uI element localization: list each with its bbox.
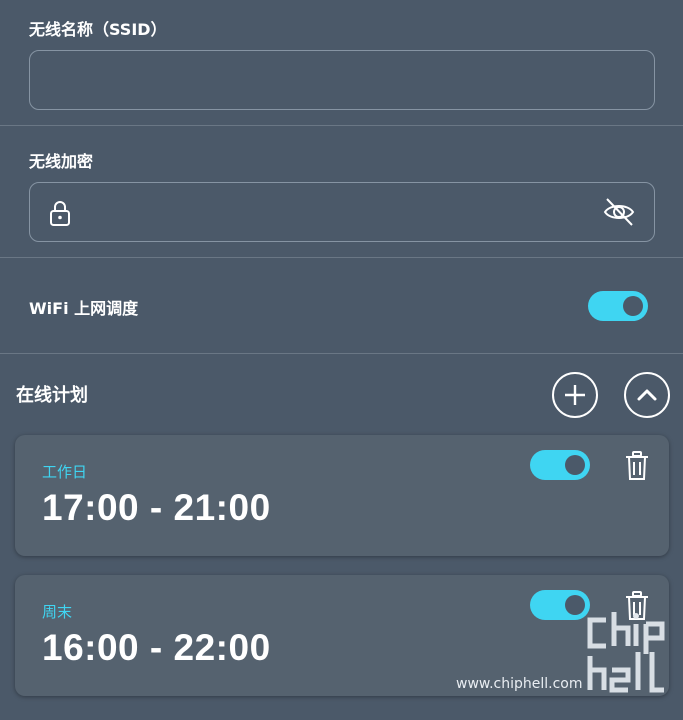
chevron-up-icon: [637, 389, 657, 401]
toggle-knob: [623, 296, 643, 316]
schedule-label: 周末: [42, 603, 73, 621]
wifi-schedule-label: WiFi 上网调度: [29, 299, 139, 318]
schedule-time: 16:00 - 22:00: [42, 627, 271, 668]
chiphell-watermark-logo: [587, 612, 665, 693]
trash-icon[interactable]: [624, 450, 650, 482]
lock-icon: [50, 201, 70, 226]
plus-icon: [565, 385, 585, 405]
schedule-card: 工作日 17:00 - 21:00: [15, 435, 669, 556]
password-field: [29, 182, 655, 242]
divider: [0, 125, 683, 126]
schedule-toggle[interactable]: [530, 450, 590, 480]
toggle-knob: [565, 595, 585, 615]
collapse-button[interactable]: [624, 372, 670, 418]
divider: [0, 257, 683, 258]
toggle-knob: [565, 455, 585, 475]
schedule-label: 工作日: [42, 463, 88, 481]
ssid-input[interactable]: [29, 50, 655, 110]
watermark-url: www.chiphell.com: [456, 676, 583, 692]
eye-slash-icon[interactable]: [602, 196, 636, 228]
wifi-settings-panel: 无线名称（SSID） 无线加密 WiFi 上网调度 在线计划 工作日 17:00…: [0, 0, 683, 720]
divider: [0, 353, 683, 354]
schedule-toggle[interactable]: [530, 590, 590, 620]
password-input[interactable]: [86, 183, 586, 241]
schedule-time: 17:00 - 21:00: [42, 487, 271, 528]
online-plan-title: 在线计划: [16, 385, 88, 406]
add-schedule-button[interactable]: [552, 372, 598, 418]
ssid-label: 无线名称（SSID）: [29, 20, 167, 39]
wifi-schedule-toggle[interactable]: [588, 291, 648, 321]
password-label: 无线加密: [29, 152, 94, 171]
